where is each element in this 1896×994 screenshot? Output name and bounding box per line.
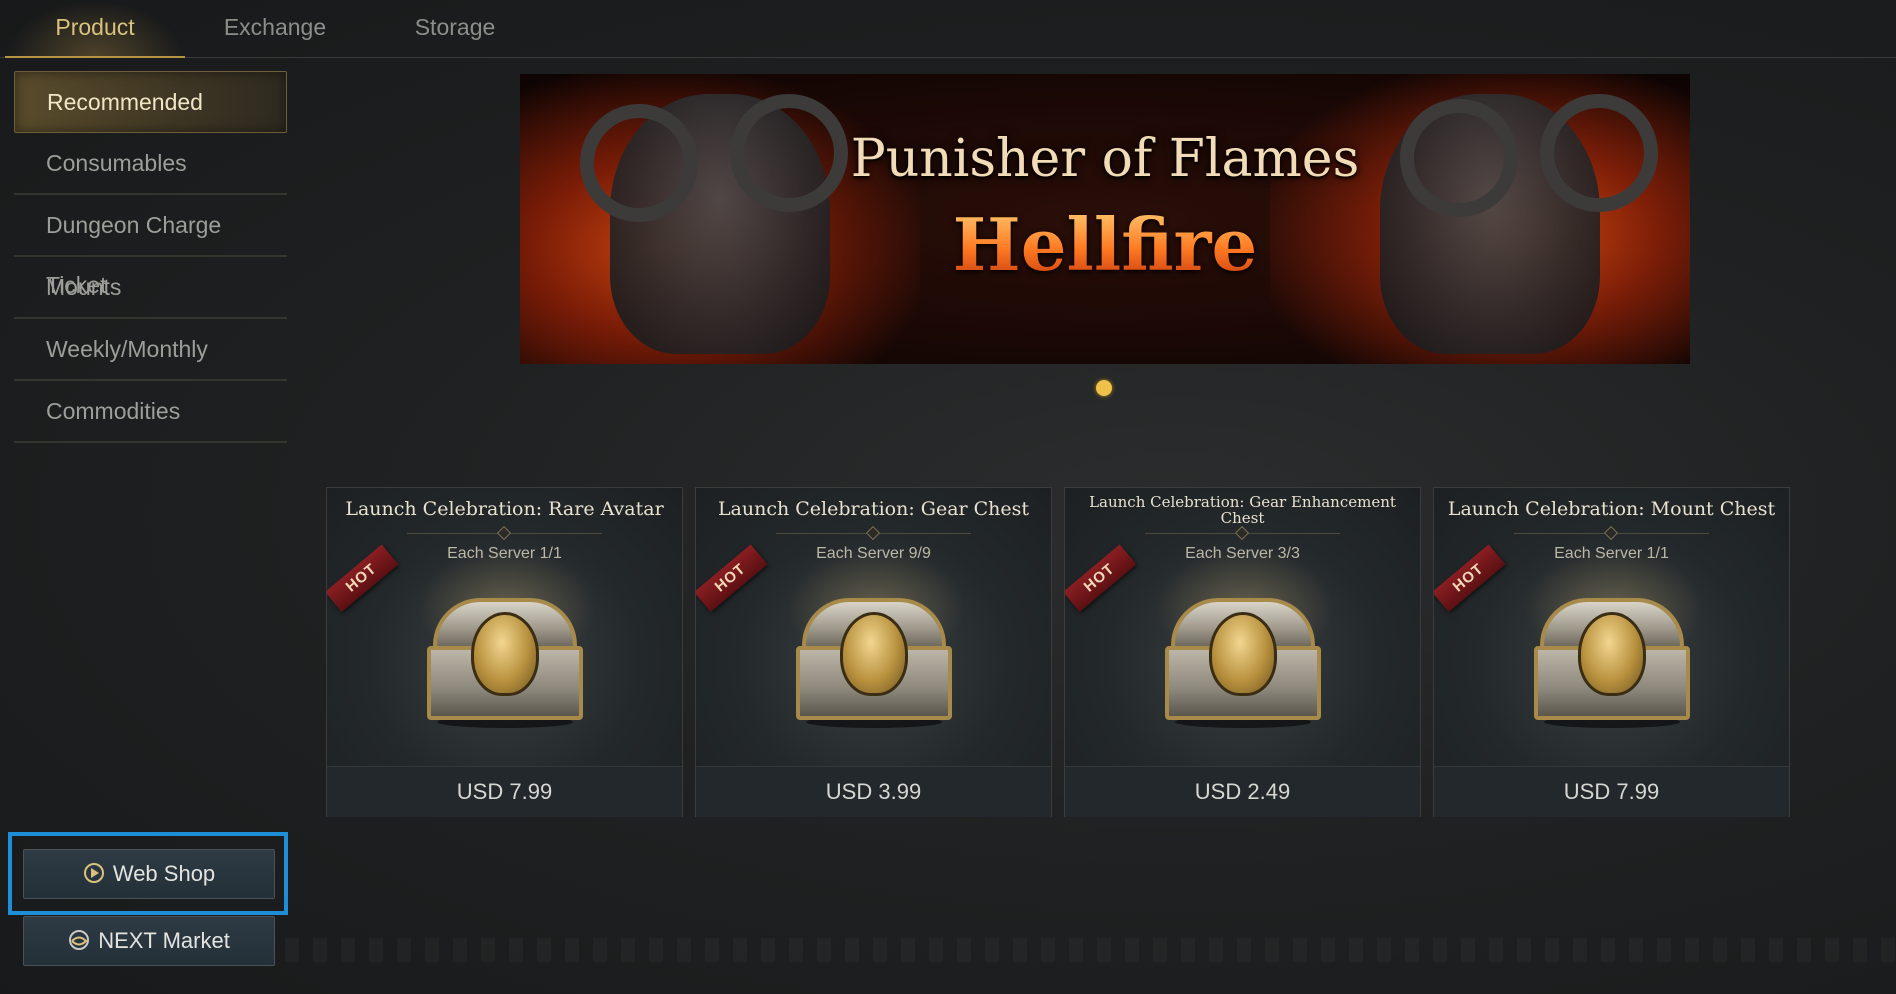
sidebar-item-commodities[interactable]: Commodities [14,381,287,443]
banner-pagination-dot[interactable] [1096,380,1112,396]
product-card-mount-chest[interactable]: Launch Celebration: Mount Chest Each Ser… [1433,487,1790,817]
anvil-chest-icon [1165,598,1321,728]
product-image-area: Launch Celebration: Gear Chest Each Serv… [696,488,1051,766]
footer-ornament [285,938,1896,962]
sidebar-item-recommended[interactable]: Recommended [14,71,287,133]
web-shop-button[interactable]: Web Shop [23,849,275,899]
banner-title: Punisher of Flames [850,129,1360,189]
product-name: Launch Celebration: Gear Chest [717,498,1030,520]
product-price: USD 7.99 [1434,766,1789,817]
product-price: USD 7.99 [327,766,682,817]
tab-storage[interactable]: Storage [365,0,545,56]
product-card-gear-enhancement-chest[interactable]: Launch Celebration: Gear Enhancement Che… [1064,487,1421,817]
helmet-chest-icon [796,598,952,728]
sidebar-item-weekly-monthly[interactable]: Weekly/Monthly [14,319,287,381]
next-market-button[interactable]: NEXT Market [23,916,275,966]
web-shop-label: Web Shop [112,861,216,886]
product-name: Launch Celebration: Mount Chest [1447,498,1776,520]
tab-exchange[interactable]: Exchange [185,0,365,56]
product-card-rare-avatar[interactable]: Launch Celebration: Rare Avatar Each Ser… [326,487,683,817]
market-globe-icon [69,930,90,951]
divider-ornament-icon [1603,525,1619,541]
divider-ornament-icon [1234,525,1250,541]
divider-ornament-icon [865,525,881,541]
sidebar-item-mounts[interactable]: Mounts [14,257,287,319]
promo-banner[interactable]: Punisher of Flames Hellfire [520,74,1690,364]
product-price: USD 2.49 [1065,766,1420,817]
top-tab-bar: Product Exchange Storage [0,0,1896,58]
divider-ornament-icon [496,525,512,541]
category-sidebar: Recommended Consumables Dungeon Charge T… [14,71,287,443]
product-price: USD 3.99 [696,766,1051,817]
tab-product[interactable]: Product [5,0,185,58]
sidebar-item-dungeon-charge-ticket[interactable]: Dungeon Charge Ticket [14,195,287,298]
mask-chest-icon [427,598,583,728]
product-image-area: Launch Celebration: Rare Avatar Each Ser… [327,488,682,766]
play-icon [83,863,104,884]
next-market-label: NEXT Market [98,928,230,953]
sidebar-item-consumables[interactable]: Consumables [14,133,287,195]
product-name: Launch Celebration: Rare Avatar [345,498,664,520]
product-image-area: Launch Celebration: Gear Enhancement Che… [1065,488,1420,766]
horse-chest-icon [1534,598,1690,728]
product-name: Launch Celebration: Gear Enhancement Che… [1089,493,1396,527]
banner-subtitle: Hellfire [520,202,1690,287]
product-card-gear-chest[interactable]: Launch Celebration: Gear Chest Each Serv… [695,487,1052,817]
product-image-area: Launch Celebration: Mount Chest Each Ser… [1434,488,1789,766]
